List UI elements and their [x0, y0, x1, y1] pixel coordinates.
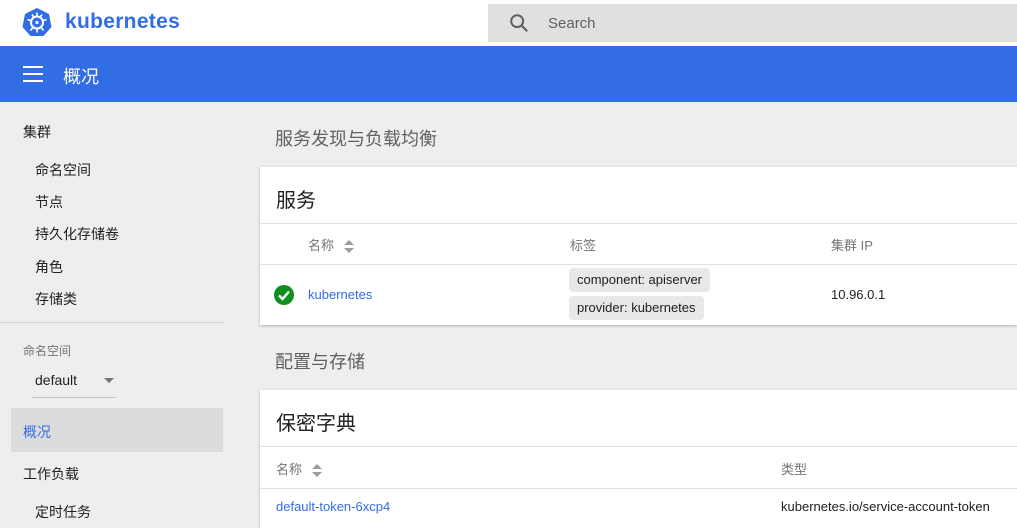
cluster-ip-value: 10.96.0.1 — [831, 287, 886, 302]
service-name-link[interactable]: kubernetes — [308, 287, 372, 302]
table-row: kubernetes component: apiserver provider… — [260, 265, 1017, 325]
card-divider — [260, 446, 1017, 447]
top-bar: kubernetes — [0, 0, 1017, 46]
services-card: 服务 名称 标签 集群 IP kubernetes component: api… — [260, 167, 1017, 325]
sidebar-item-overview[interactable]: 概况 — [11, 408, 223, 452]
sidebar: 集群 命名空间 节点 持久化存储卷 角色 存储类 命名空间 default 概况… — [0, 102, 240, 528]
sidebar-divider — [0, 322, 224, 323]
sidebar-section-workloads[interactable]: 工作负载 — [23, 464, 79, 484]
sidebar-item-persistent-volumes[interactable]: 持久化存储卷 — [35, 224, 119, 244]
column-header-labels: 标签 — [570, 238, 597, 253]
column-header-name[interactable]: 名称 — [308, 235, 354, 254]
title-bar: 概况 — [0, 46, 1017, 102]
section-header-discovery: 服务发现与负载均衡 — [275, 129, 437, 149]
search-icon — [510, 14, 529, 33]
search-bar — [488, 4, 1017, 42]
search-input[interactable] — [548, 4, 988, 42]
secret-name-link[interactable]: default-token-6xcp4 — [276, 499, 390, 514]
brand-name[interactable]: kubernetes — [65, 10, 180, 34]
secrets-card: 保密字典 名称 类型 default-token-6xcp4 kubernete… — [260, 390, 1017, 528]
sidebar-section-cluster[interactable]: 集群 — [23, 122, 51, 142]
section-header-config: 配置与存储 — [275, 352, 365, 372]
card-divider — [260, 223, 1017, 224]
label-chip: provider: kubernetes — [569, 296, 704, 320]
page-title: 概况 — [63, 67, 99, 87]
namespace-select[interactable]: default — [32, 366, 116, 398]
column-header-name-label: 名称 — [308, 238, 335, 253]
label-chip: component: apiserver — [569, 268, 711, 292]
sidebar-item-namespaces[interactable]: 命名空间 — [35, 160, 91, 180]
sidebar-item-storage-classes[interactable]: 存储类 — [35, 289, 77, 309]
namespace-value: default — [35, 372, 78, 388]
dropdown-caret-icon — [104, 378, 114, 383]
sort-icon[interactable] — [311, 464, 322, 478]
column-header-type: 类型 — [781, 462, 808, 477]
sidebar-item-cronjobs[interactable]: 定时任务 — [35, 502, 91, 522]
hamburger-menu-icon[interactable] — [23, 66, 43, 82]
column-header-name-label: 名称 — [276, 462, 303, 477]
secret-type-value: kubernetes.io/service-account-token — [781, 499, 990, 514]
namespace-label: 命名空间 — [23, 344, 72, 358]
sidebar-item-nodes[interactable]: 节点 — [35, 192, 63, 212]
secrets-card-title: 保密字典 — [276, 413, 356, 435]
sidebar-item-overview-label: 概况 — [23, 424, 51, 440]
sort-icon[interactable] — [343, 240, 354, 254]
column-header-name[interactable]: 名称 — [276, 459, 322, 478]
sidebar-item-roles[interactable]: 角色 — [35, 257, 63, 277]
column-header-cluster-ip: 集群 IP — [831, 238, 873, 253]
services-card-title: 服务 — [276, 190, 316, 212]
table-row: default-token-6xcp4 kubernetes.io/servic… — [260, 489, 1017, 528]
kubernetes-logo-icon[interactable] — [22, 7, 52, 37]
status-ok-icon — [274, 285, 294, 305]
